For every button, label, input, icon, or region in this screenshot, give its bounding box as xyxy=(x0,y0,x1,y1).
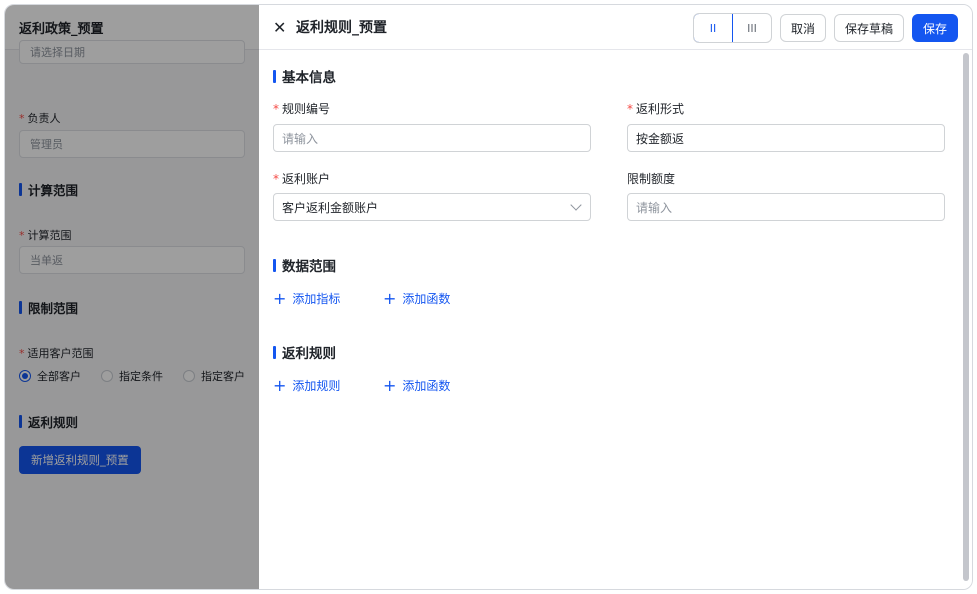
rebate-rules-text: 返利规则 xyxy=(282,346,336,362)
plus-icon: + xyxy=(383,375,397,395)
drawer-title: 返利规则_预置 xyxy=(296,20,387,36)
save-button[interactable]: 保存 xyxy=(911,14,958,42)
data-scope-title: 数据范围 xyxy=(273,255,336,275)
plus-icon: + xyxy=(273,288,287,308)
basic-info-text: 基本信息 xyxy=(282,70,336,86)
rebate-account-select[interactable]: 客户返利金额账户 xyxy=(273,193,591,221)
add-function-text: 添加函数 xyxy=(402,292,451,306)
rule-no-label: * 规则编号 xyxy=(273,100,330,117)
rebate-account-label: * 返利账户 xyxy=(273,170,330,187)
basic-info-title: 基本信息 xyxy=(273,66,336,86)
section-bar xyxy=(273,345,276,359)
rebate-rule-drawer: ✕ 返利规则_预置 II III 取消 保存草稿 保存 基本信息 * 规则编号 请… xyxy=(259,5,972,589)
rule-no-label-text: 规则编号 xyxy=(282,102,331,116)
required-mark: * xyxy=(273,102,279,116)
header-actions: II III 取消 保存草稿 保存 xyxy=(692,13,958,43)
section-bar xyxy=(273,258,276,272)
plus-icon: + xyxy=(273,375,287,395)
data-scope-text: 数据范围 xyxy=(282,259,336,275)
rebate-form-label-text: 返利形式 xyxy=(636,102,685,116)
rebate-form-input[interactable]: 按金额返 xyxy=(627,124,945,152)
limit-amount-label: 限制额度 xyxy=(627,172,676,186)
column-layout-switch: II III xyxy=(692,13,772,43)
rule-no-input[interactable]: 请输入 xyxy=(273,124,591,152)
section-bar xyxy=(273,69,276,83)
background-page: 返利政策_预置 请选择日期 * 负责人 管理员 计算范围 * 计算范围 当单返 限制… xyxy=(5,5,259,589)
cancel-button[interactable]: 取消 xyxy=(779,14,826,42)
add-rule-link[interactable]: + 添加规则 xyxy=(273,377,340,394)
rebate-account-label-text: 返利账户 xyxy=(282,172,331,186)
save-draft-button[interactable]: 保存草稿 xyxy=(833,14,904,42)
rebate-form-label: * 返利形式 xyxy=(627,100,684,117)
chevron-down-icon xyxy=(570,199,582,211)
required-mark: * xyxy=(627,102,633,116)
add-metric-text: 添加指标 xyxy=(292,292,341,306)
scrollbar-thumb[interactable] xyxy=(963,53,969,581)
add-function-link[interactable]: + 添加函数 xyxy=(383,290,450,307)
modal-overlay[interactable] xyxy=(5,5,259,589)
close-icon[interactable]: ✕ xyxy=(273,18,287,37)
drawer-header: ✕ 返利规则_预置 II III 取消 保存草稿 保存 xyxy=(259,5,972,50)
two-column-option[interactable]: II xyxy=(693,14,733,42)
rebate-rules-title: 返利规则 xyxy=(273,342,336,362)
plus-icon: + xyxy=(383,288,397,308)
three-column-option[interactable]: III xyxy=(733,14,771,42)
add-function-text-2: 添加函数 xyxy=(402,379,451,393)
rebate-account-value: 客户返利金额账户 xyxy=(282,200,379,215)
limit-amount-input[interactable]: 请输入 xyxy=(627,193,945,221)
scrollbar[interactable] xyxy=(963,53,969,581)
add-rule-text: 添加规则 xyxy=(292,379,341,393)
required-mark: * xyxy=(273,172,279,186)
app-window: 返利政策_预置 请选择日期 * 负责人 管理员 计算范围 * 计算范围 当单返 限制… xyxy=(4,4,973,590)
add-metric-link[interactable]: + 添加指标 xyxy=(273,290,340,307)
add-function-link-2[interactable]: + 添加函数 xyxy=(383,377,450,394)
